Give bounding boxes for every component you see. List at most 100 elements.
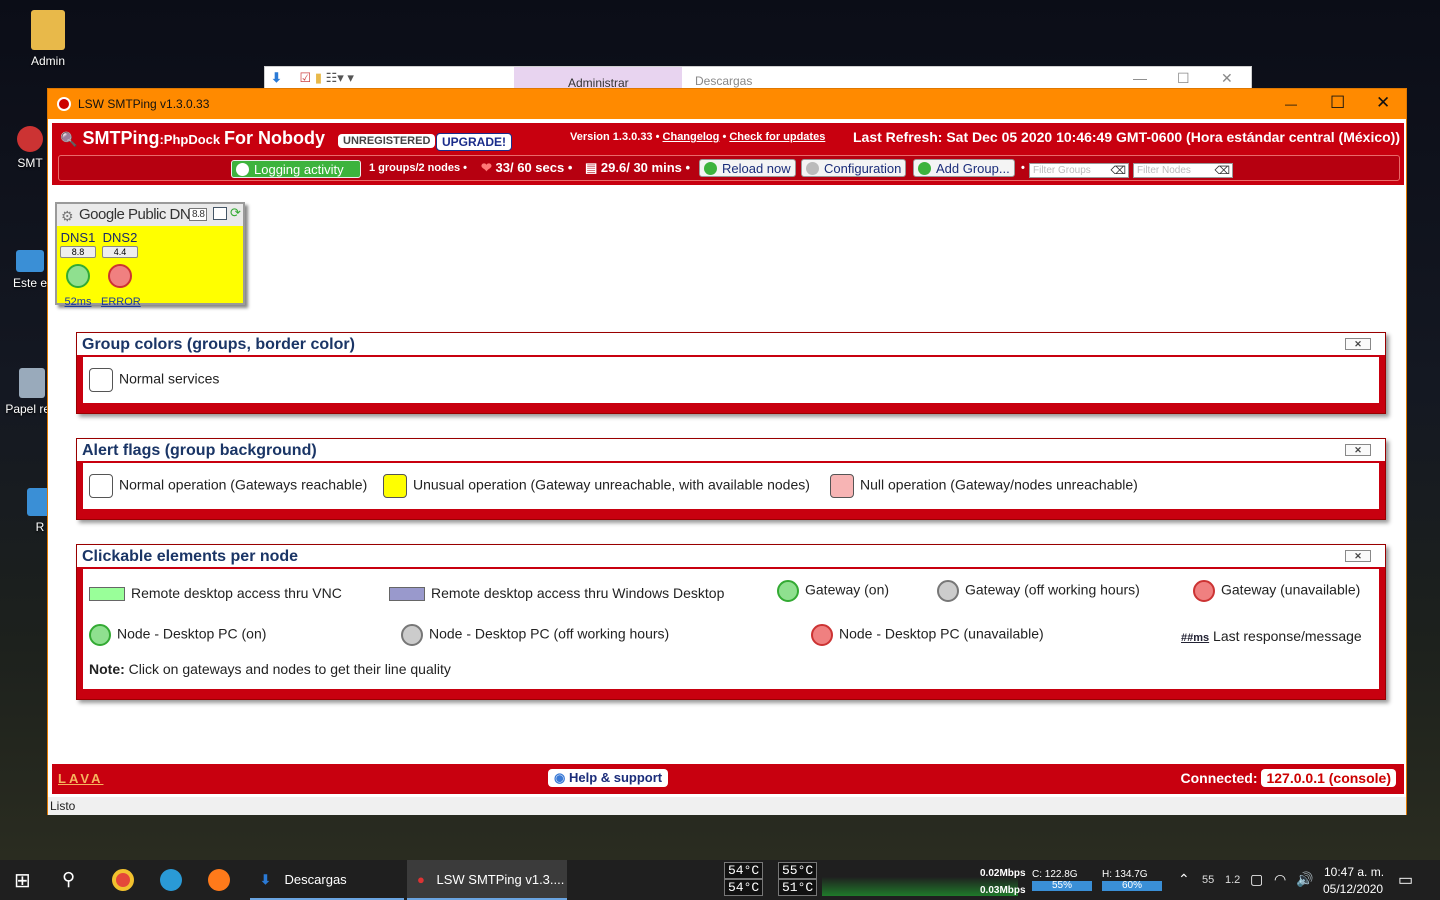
group-header[interactable]: ⚙ Google Public DNSs 8.8 ⟳ bbox=[57, 204, 243, 226]
view-options-icon[interactable]: ☷▾ bbox=[326, 70, 344, 85]
heart-icon: ❤ bbox=[481, 160, 492, 175]
clear-filter-icon[interactable]: ⌫ bbox=[1110, 164, 1126, 177]
node-ip[interactable]: 8.8 bbox=[60, 246, 96, 258]
wifi-icon[interactable]: ◠ bbox=[1274, 871, 1286, 888]
ping-interval: ❤ 33/ 60 secs • bbox=[481, 160, 572, 176]
filter-groups-input[interactable]: Filter Groups ⌫ bbox=[1029, 163, 1129, 178]
volume-icon[interactable]: 🔊 bbox=[1296, 871, 1313, 888]
legend-note: Note: Click on gateways and nodes to get… bbox=[89, 661, 451, 677]
node-latency[interactable]: 52ms bbox=[59, 296, 97, 308]
windows-start-button[interactable]: ⊞ bbox=[14, 860, 31, 900]
color-swatch bbox=[89, 474, 113, 498]
bg-minimize-button[interactable]: — bbox=[1133, 70, 1147, 86]
filter-nodes-placeholder: Filter Nodes bbox=[1137, 165, 1191, 176]
connection-status: Connected: 127.0.0.1 (console) bbox=[1180, 769, 1396, 787]
lava-logo[interactable]: LAVA bbox=[58, 771, 103, 786]
quick-access-toolbar[interactable]: ⬇ ☑ ▮ ☷▾ ▾ bbox=[271, 70, 354, 86]
groups-nodes-count: 1 groups/2 nodes • bbox=[369, 162, 467, 174]
logging-label: Logging activity bbox=[254, 162, 344, 177]
edge-icon[interactable] bbox=[160, 860, 182, 900]
group-card[interactable]: ⚙ Google Public DNSs 8.8 ⟳ DNS1 8.8 52ms… bbox=[55, 202, 245, 308]
chart-icon[interactable] bbox=[213, 207, 227, 220]
changelog-link[interactable]: Changelog bbox=[663, 131, 720, 143]
help-label: Help & support bbox=[568, 770, 663, 785]
group-name: Google Public DNSs bbox=[79, 206, 207, 223]
help-support-button[interactable]: ◉ Help & support bbox=[548, 769, 669, 787]
version-text: Version 1.3.0.33 • bbox=[570, 131, 660, 143]
toolbar-bullet: • bbox=[1021, 162, 1025, 174]
tablet-icon[interactable]: ▢ bbox=[1250, 871, 1263, 888]
notification-icon[interactable]: ▭ bbox=[1398, 870, 1413, 890]
taskbar-smtping[interactable]: ● LSW SMTPing v1.3.... bbox=[407, 860, 567, 900]
legend-item-gw-unavail: Gateway (unavailable) bbox=[1193, 580, 1360, 602]
taskbar: ⊞ ⚲ ⬇ Descargas ● LSW SMTPing v1.3.... 5… bbox=[0, 860, 1440, 900]
upgrade-button[interactable]: UPGRADE! bbox=[436, 133, 513, 151]
bg-maximize-button[interactable]: ☐ bbox=[1177, 70, 1190, 87]
brand-sub: :PhpDock bbox=[159, 132, 221, 147]
cpu-temp-2: 55°C bbox=[778, 862, 818, 879]
desktop-pc-unavailable-icon[interactable] bbox=[108, 264, 132, 288]
chevron-up-icon[interactable]: ⌃ bbox=[1178, 871, 1190, 888]
user-folder-icon bbox=[31, 10, 65, 50]
filter-nodes-input[interactable]: Filter Nodes ⌫ bbox=[1133, 163, 1233, 178]
reload-now-button[interactable]: Reload now bbox=[699, 159, 796, 177]
node-dns1[interactable]: DNS1 8.8 52ms bbox=[59, 230, 97, 308]
disk-c-usage: 55% bbox=[1032, 881, 1092, 891]
tab-descargas[interactable]: Descargas bbox=[695, 74, 752, 88]
disk-c: C: 122.8G bbox=[1032, 869, 1078, 880]
legend-item: Null operation (Gateway/nodes unreachabl… bbox=[830, 474, 1138, 498]
background-explorer-window[interactable]: ⬇ ☑ ▮ ☷▾ ▾ Administrar Descargas — ☐ ✕ bbox=[264, 66, 1252, 91]
node-off-icon bbox=[401, 624, 423, 646]
panel-title-text: Group colors (groups, border color) bbox=[82, 336, 355, 353]
minimize-button[interactable]: — bbox=[1285, 97, 1297, 111]
node-ip[interactable]: 4.4 bbox=[102, 246, 138, 258]
close-icon[interactable]: ✕ bbox=[1345, 444, 1371, 456]
close-icon[interactable]: ✕ bbox=[1345, 550, 1371, 562]
refresh-icon[interactable]: ⟳ bbox=[230, 205, 241, 221]
taskbar-explorer[interactable]: ⬇ Descargas bbox=[250, 860, 404, 900]
close-icon[interactable]: ✕ bbox=[1345, 338, 1371, 350]
chrome-icon[interactable] bbox=[112, 860, 134, 900]
desktop-icon-admin[interactable]: Admin bbox=[8, 10, 88, 68]
clock-time[interactable]: 10:47 a. m. bbox=[1324, 865, 1384, 879]
legend-item-last-response: ##ms Last response/message bbox=[1181, 628, 1362, 644]
maximize-button[interactable]: ☐ bbox=[1330, 93, 1345, 113]
search-icon[interactable]: ⚲ bbox=[62, 860, 75, 900]
app-icon bbox=[57, 97, 71, 111]
color-swatch bbox=[830, 474, 854, 498]
download-arrow-icon[interactable]: ⬇ bbox=[271, 70, 282, 85]
note-text: Click on gateways and nodes to get their… bbox=[128, 661, 451, 677]
legend-item: Normal operation (Gateways reachable) bbox=[89, 474, 367, 498]
gateway-unavailable-icon bbox=[1193, 580, 1215, 602]
version-info: Version 1.3.0.33 • Changelog • Check for… bbox=[570, 131, 825, 143]
cpu-temp-4: 51°C bbox=[778, 879, 818, 896]
download-arrow-icon: ⬇ bbox=[260, 872, 271, 887]
check-updates-link[interactable]: Check for updates bbox=[729, 131, 825, 143]
desktop-pc-on-icon[interactable] bbox=[66, 264, 90, 288]
gear-icon[interactable]: ⚙ bbox=[61, 208, 74, 225]
title-bar[interactable]: LSW SMTPing v1.3.0.33 — ☐ ✕ bbox=[48, 89, 1406, 119]
legend-item: Normal services bbox=[89, 368, 219, 392]
legend-label: Last response/message bbox=[1213, 628, 1362, 644]
firefox-icon[interactable] bbox=[208, 860, 230, 900]
alert-flags-panel: Alert flags (group background) ✕ Normal … bbox=[76, 438, 1386, 520]
legend-label: Normal operation (Gateways reachable) bbox=[119, 476, 368, 493]
clear-filter-icon[interactable]: ⌫ bbox=[1214, 164, 1230, 177]
folder-icon[interactable]: ▮ bbox=[315, 70, 322, 85]
help-icon: ◉ bbox=[554, 770, 566, 785]
customize-toolbar-icon[interactable]: ▾ bbox=[347, 70, 354, 85]
properties-icon[interactable]: ☑ bbox=[300, 70, 312, 85]
add-group-button[interactable]: Add Group... bbox=[913, 159, 1015, 177]
bg-close-button[interactable]: ✕ bbox=[1221, 70, 1233, 87]
panel-body: Normal services bbox=[83, 357, 1379, 403]
logging-activity-button[interactable]: Logging activity bbox=[231, 160, 361, 178]
node-latency[interactable]: ERROR bbox=[101, 296, 141, 308]
node-dns2[interactable]: DNS2 4.4 ERROR bbox=[101, 230, 141, 308]
legend-item-rdp: Remote desktop access thru Windows Deskt… bbox=[389, 585, 724, 602]
clock-date[interactable]: 05/12/2020 bbox=[1323, 882, 1383, 896]
legend-label: Remote desktop access thru VNC bbox=[131, 585, 342, 601]
close-button[interactable]: ✕ bbox=[1376, 93, 1390, 113]
tray-num-2: 1.2 bbox=[1225, 874, 1241, 886]
rdp-icon bbox=[389, 587, 425, 602]
configuration-button[interactable]: Configuration bbox=[801, 159, 907, 177]
